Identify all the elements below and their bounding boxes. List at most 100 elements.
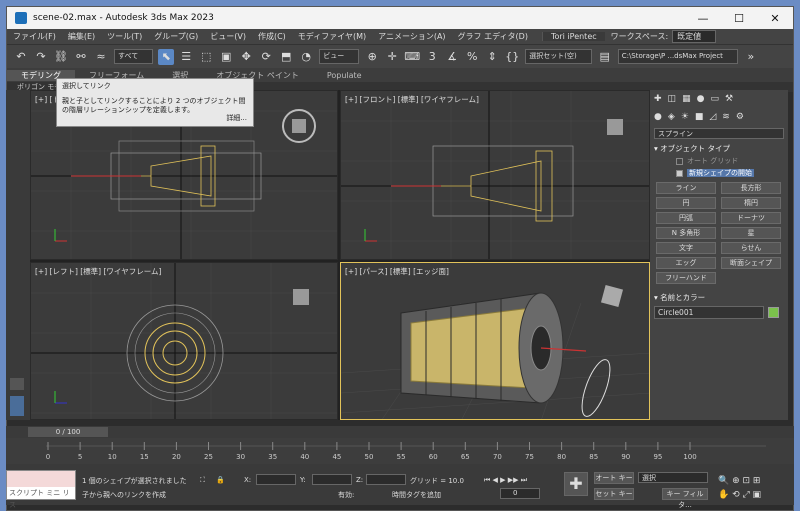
utilities-tab-icon[interactable]: ⚒	[725, 94, 733, 104]
section-button[interactable]: 断面シェイプ	[721, 257, 781, 269]
cameras-icon[interactable]: ■	[695, 112, 704, 122]
reference-coordinate-dropdown[interactable]: ビュー	[319, 49, 360, 64]
object-type-rollout[interactable]: ▾ オブジェクト タイプ	[654, 143, 784, 154]
x-input[interactable]	[256, 474, 296, 485]
key-mode-button[interactable]: ✚	[564, 472, 588, 496]
motion-tab-icon[interactable]: ●	[697, 94, 705, 104]
menu-animation[interactable]: アニメーション(A)	[372, 31, 451, 42]
user-account[interactable]: Tori iPentec	[541, 32, 605, 41]
shapes-icon[interactable]: ◈	[668, 112, 675, 122]
helpers-icon[interactable]: ◿	[709, 112, 716, 122]
expand-layout-button[interactable]	[10, 378, 24, 390]
donut-button[interactable]: ドーナツ	[721, 212, 781, 224]
star-button[interactable]: 星	[721, 227, 781, 239]
viewport-left[interactable]: [+] [レフト] [標準] [ワイヤフレーム]	[30, 262, 338, 420]
category-dropdown[interactable]: スプライン	[654, 128, 784, 139]
layout-grid-button[interactable]	[10, 396, 24, 416]
selection-set-dropdown[interactable]: 選択セット(空)	[525, 49, 592, 64]
hierarchy-tab-icon[interactable]: ▦	[682, 94, 691, 104]
maxscript-listener[interactable]: スクリプト ミニ リス	[6, 470, 76, 509]
zoom-icons[interactable]: 🔍 ⊕ ⊡ ⊞	[718, 476, 760, 486]
manipulate-icon[interactable]: ✛	[384, 49, 400, 65]
create-tab-icon[interactable]: ✚	[654, 94, 662, 104]
time-slider-thumb[interactable]: 0 / 100	[28, 427, 108, 437]
close-button[interactable]: ✕	[757, 12, 793, 25]
helix-button[interactable]: らせん	[721, 242, 781, 254]
menu-view[interactable]: ビュー(V)	[204, 31, 252, 42]
spacewarps-icon[interactable]: ≋	[722, 112, 730, 122]
toolbar-overflow-icon[interactable]: »	[743, 49, 759, 65]
project-path-dropdown[interactable]: C:\Storage\P ...dsMax Project	[617, 49, 738, 64]
viewport-left-label[interactable]: [+] [レフト] [標準] [ワイヤフレーム]	[35, 266, 161, 277]
pivot-center-icon[interactable]: ⊕	[364, 49, 380, 65]
selection-filter-dropdown[interactable]: すべて	[114, 49, 154, 64]
menu-graph-editors[interactable]: グラフ エディタ(D)	[452, 31, 534, 42]
rotate-icon[interactable]: ⟳	[258, 49, 274, 65]
line-button[interactable]: ライン	[656, 182, 716, 194]
named-selection-icon[interactable]: {}	[504, 49, 520, 65]
placement-icon[interactable]: ◔	[298, 49, 314, 65]
select-by-name-icon[interactable]: ☰	[178, 49, 194, 65]
menu-create[interactable]: 作成(C)	[252, 31, 292, 42]
display-tab-icon[interactable]: ▭	[710, 94, 719, 104]
auto-key-button[interactable]: オート キー	[594, 472, 634, 484]
playback-controls[interactable]: ⏮ ◀ ▶ ▶▶ ⏭	[484, 476, 527, 485]
unlink-icon[interactable]: ⚯	[73, 49, 89, 65]
rectangle-button[interactable]: 長方形	[721, 182, 781, 194]
keyboard-shortcut-icon[interactable]: ⌨	[404, 49, 420, 65]
auto-grid-checkbox[interactable]: オート グリッド	[676, 156, 762, 166]
selection-set-key-dropdown[interactable]: 選択	[638, 472, 708, 483]
maximize-button[interactable]: ☐	[721, 12, 757, 25]
spinner-snap-icon[interactable]: ⇕	[484, 49, 500, 65]
geometry-icon[interactable]: ●	[654, 112, 662, 122]
workspace-dropdown[interactable]: 既定値	[672, 30, 717, 43]
undo-icon[interactable]: ↶	[13, 49, 29, 65]
move-icon[interactable]: ✥	[238, 49, 254, 65]
time-slider[interactable]: 0 / 100	[6, 426, 794, 438]
angle-snap-icon[interactable]: ∡	[444, 49, 460, 65]
redo-icon[interactable]: ↷	[33, 49, 49, 65]
set-key-button[interactable]: セット キー	[594, 488, 634, 500]
select-and-link-icon[interactable]: ⛓	[53, 49, 69, 65]
object-name-input[interactable]: Circle001	[654, 306, 764, 319]
egg-button[interactable]: エッグ	[656, 257, 716, 269]
snap-toggle-icon[interactable]: 3	[424, 49, 440, 65]
menu-tools[interactable]: ツール(T)	[101, 31, 148, 42]
navigation-icons[interactable]: ✋ ⟲ ⤢ ▣	[718, 490, 761, 500]
tab-populate[interactable]: Populate	[313, 71, 376, 80]
viewport-perspective[interactable]: [+] [パース] [標準] [エッジ面]	[340, 262, 650, 420]
rectangular-selection-icon[interactable]: ⬚	[198, 49, 214, 65]
menu-modifiers[interactable]: モディファイヤ(M)	[292, 31, 372, 42]
menu-file[interactable]: ファイル(F)	[7, 31, 62, 42]
tooltip-more-link[interactable]: 詳細...	[226, 114, 247, 123]
project-icon[interactable]: ▤	[597, 49, 613, 65]
bind-space-warp-icon[interactable]: ≈	[93, 49, 109, 65]
add-time-tag[interactable]: 時間タグを追加	[392, 490, 441, 500]
lights-icon[interactable]: ☀	[681, 112, 689, 122]
freehand-button[interactable]: フリーハンド	[656, 272, 716, 284]
window-crossing-icon[interactable]: ▣	[218, 49, 234, 65]
frame-input[interactable]: 0	[500, 488, 540, 499]
viewport-front[interactable]: [+] [フロント] [標準] [ワイヤフレーム]	[340, 90, 650, 260]
ellipse-button[interactable]: 楕円	[721, 197, 781, 209]
z-input[interactable]	[366, 474, 406, 485]
object-color-swatch[interactable]	[768, 307, 779, 318]
minimize-button[interactable]: —	[685, 12, 721, 25]
lock-selection-icon[interactable]: 🔒	[216, 476, 225, 484]
scale-icon[interactable]: ⬒	[278, 49, 294, 65]
viewport-front-label[interactable]: [+] [フロント] [標準] [ワイヤフレーム]	[345, 94, 479, 105]
y-input[interactable]	[312, 474, 352, 485]
modify-tab-icon[interactable]: ◫	[668, 94, 677, 104]
track-bar[interactable]: 0 5 10 15 20 25 30 35 40 45 50 55 60 65 70 75 80 85 90 95 10…	[6, 438, 794, 464]
start-new-shape-checkbox[interactable]: 新規シェイプの開始	[676, 168, 762, 178]
ngon-button[interactable]: N 多角形	[656, 227, 716, 239]
viewport-perspective-label[interactable]: [+] [パース] [標準] [エッジ面]	[345, 266, 449, 277]
isolate-icon[interactable]: ⛶	[200, 476, 205, 485]
systems-icon[interactable]: ⚙	[736, 112, 744, 122]
select-object-icon[interactable]: ⬉	[158, 48, 175, 65]
percent-snap-icon[interactable]: %	[464, 49, 480, 65]
menu-group[interactable]: グループ(G)	[148, 31, 204, 42]
arc-button[interactable]: 円弧	[656, 212, 716, 224]
script-mini-listener[interactable]: スクリプト ミニ リス	[7, 487, 75, 509]
menu-edit[interactable]: 編集(E)	[62, 31, 101, 42]
